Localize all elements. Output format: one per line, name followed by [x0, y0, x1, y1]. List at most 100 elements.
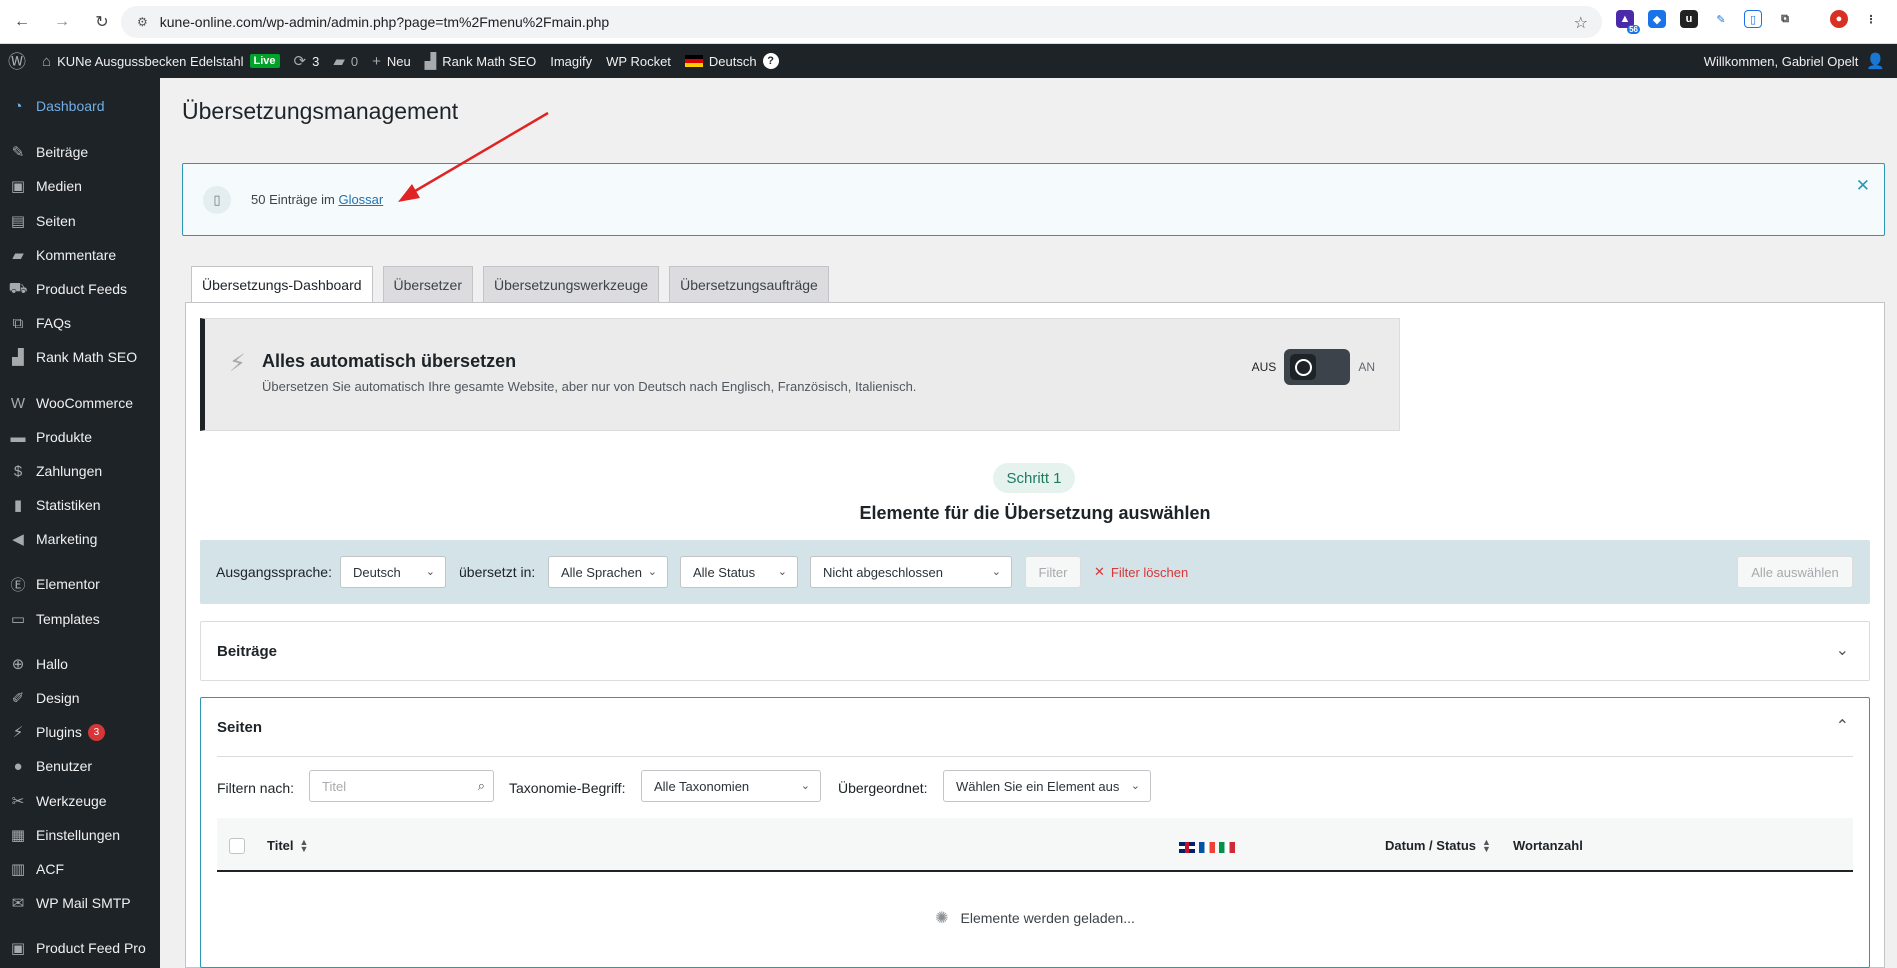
- sidebar-item-pages[interactable]: ▤ Seiten: [0, 205, 160, 237]
- parent-select[interactable]: Wählen Sie ein Element aus ⌄: [943, 770, 1151, 802]
- select-all-button[interactable]: Alle auswählen: [1737, 556, 1853, 588]
- pages-accordion-title[interactable]: Seiten: [217, 719, 262, 736]
- sidebar-item-payments[interactable]: $ Zahlungen: [0, 455, 160, 487]
- tab-translation-dashboard[interactable]: Übersetzungs-Dashboard: [191, 266, 373, 303]
- column-date-status[interactable]: Datum / Status ▲ ▼: [1385, 836, 1491, 854]
- close-icon: ✕: [1094, 564, 1105, 579]
- tab-translation-tools[interactable]: Übersetzungswerkzeuge: [483, 266, 660, 302]
- chevron-up-icon[interactable]: ⌃: [1836, 716, 1849, 736]
- sidebar-item-products[interactable]: ▬ Produkte: [0, 421, 160, 453]
- updates-link[interactable]: ⟳ 3: [294, 52, 320, 70]
- select-all-checkbox[interactable]: [229, 838, 245, 854]
- comment-icon: ▰: [12, 247, 24, 264]
- extension-ut-icon[interactable]: u: [1680, 10, 1698, 28]
- address-bar[interactable]: ⚙ kune-online.com/wp-admin/admin.php?pag…: [121, 6, 1602, 38]
- column-title[interactable]: Titel ▲ ▼: [267, 836, 309, 854]
- filter-bar: Ausgangssprache: Deutsch ⌄ übersetzt in: …: [200, 540, 1870, 604]
- auto-translate-toggle-group: AUS AN: [1252, 349, 1375, 385]
- forward-icon[interactable]: →: [51, 11, 73, 33]
- imagify-link[interactable]: Imagify: [550, 54, 592, 69]
- reload-icon[interactable]: ↻: [91, 11, 113, 33]
- stats-icon: ▮: [13, 497, 23, 514]
- home-icon: ⌂: [42, 52, 52, 70]
- site-name-link[interactable]: ⌂ KUNe Ausgussbecken Edelstahl Live: [42, 53, 280, 70]
- back-icon[interactable]: ←: [11, 11, 33, 33]
- sidebar-item-woocommerce[interactable]: W WooCommerce: [0, 387, 160, 419]
- sidebar-item-tools[interactable]: ✂ Werkzeuge: [0, 785, 160, 817]
- glossary-link[interactable]: Glossar: [338, 192, 383, 207]
- spinner-icon: ✺: [935, 910, 949, 927]
- extension-pen-icon[interactable]: ✎: [1712, 10, 1730, 28]
- title-search-input[interactable]: Titel ⌕: [309, 770, 494, 802]
- sidebar-item-acf[interactable]: ▥ ACF: [0, 853, 160, 885]
- completion-select[interactable]: Nicht abgeschlossen ⌄: [810, 556, 1012, 588]
- sidebar-item-settings[interactable]: ▦ Einstellungen: [0, 819, 160, 851]
- tab-bar: Übersetzungs-Dashboard Übersetzer Überse…: [191, 266, 829, 303]
- plugins-update-badge: 3: [87, 723, 105, 741]
- rankmath-link[interactable]: ▟ Rank Math SEO: [425, 52, 536, 70]
- status-select[interactable]: Alle Status ⌄: [680, 556, 798, 588]
- sidebar-item-hallo[interactable]: ⊕ Hallo: [0, 648, 160, 680]
- sidebar-item-wp-mail-smtp[interactable]: ✉ WP Mail SMTP: [0, 887, 160, 919]
- comments-link[interactable]: ▰ 0: [333, 52, 358, 70]
- auto-translate-toggle[interactable]: [1284, 349, 1351, 385]
- sidebar-item-marketing[interactable]: ◀ Marketing: [0, 523, 160, 555]
- sidebar-item-templates[interactable]: ▭ Templates: [0, 603, 160, 635]
- woo-icon: W: [10, 394, 26, 412]
- sidebar-item-comments[interactable]: ▰ Kommentare: [0, 239, 160, 271]
- sidebar-item-dashboard[interactable]: ◔ Dashboard: [0, 90, 160, 122]
- bookmark-star-icon[interactable]: ☆: [1574, 13, 1588, 33]
- sidebar-item-rankmath[interactable]: ▟ Rank Math SEO: [0, 341, 160, 373]
- posts-accordion[interactable]: Beiträge ⌄: [200, 621, 1870, 681]
- chevron-down-icon: ⌄: [1130, 780, 1140, 792]
- extension-icon[interactable]: ▲ 56: [1616, 10, 1640, 34]
- sidebar-item-statistics[interactable]: ▮ Statistiken: [0, 489, 160, 521]
- dashboard-icon: ◔: [13, 97, 23, 115]
- sidebar-item-product-feed-pro[interactable]: ▣ Product Feed Pro: [0, 932, 160, 964]
- sidebar-item-posts[interactable]: ✎ Beiträge: [0, 136, 160, 168]
- browser-menu-icon[interactable]: ⋮: [1862, 10, 1880, 28]
- target-language-select[interactable]: Alle Sprachen ⌄: [548, 556, 668, 588]
- chevron-down-icon: ⌄: [1835, 642, 1849, 659]
- profile-avatar[interactable]: ●: [1830, 10, 1848, 28]
- taxonomy-select[interactable]: Alle Taxonomien ⌄: [641, 770, 821, 802]
- filter-button[interactable]: Filter: [1025, 556, 1081, 588]
- sort-icon: ▲ ▼: [1482, 836, 1491, 854]
- notice-text: 50 Einträge im Glossar: [251, 192, 384, 207]
- cart-icon: ⛟: [8, 279, 28, 297]
- brush-icon: ✐: [11, 690, 25, 707]
- clear-filter-button[interactable]: ✕ Filter löschen: [1094, 564, 1188, 580]
- sidebar-item-plugins[interactable]: ⚡ Plugins 3: [0, 716, 160, 748]
- help-icon[interactable]: ?: [762, 53, 779, 69]
- new-content-link[interactable]: + Neu: [372, 53, 411, 70]
- tab-translation-jobs[interactable]: Übersetzungsaufträge: [669, 266, 829, 302]
- sort-icon: ▲ ▼: [299, 836, 309, 854]
- source-language-select[interactable]: Deutsch ⌄: [340, 556, 446, 588]
- close-icon[interactable]: ✕: [1856, 176, 1870, 196]
- toggle-knob: [1290, 354, 1317, 380]
- sidebar-item-elementor[interactable]: Ⓔ Elementor: [0, 568, 160, 600]
- extensions-area: ▲ 56 ◆ u ✎ ▯ ⧉ ● ⋮: [1616, 10, 1880, 34]
- chevron-down-icon: ⌄: [647, 566, 657, 578]
- wprocket-link[interactable]: WP Rocket: [606, 54, 671, 69]
- feed-icon: ▣: [10, 940, 26, 957]
- sidebar-item-product-feeds[interactable]: ⛟ Product Feeds: [0, 273, 160, 305]
- tab-translators[interactable]: Übersetzer: [382, 266, 473, 302]
- extension-doc-icon[interactable]: ▯: [1744, 10, 1762, 28]
- sidebar-item-users[interactable]: ● Benutzer: [0, 750, 160, 782]
- german-flag-icon: [684, 55, 703, 67]
- extension-tag-icon[interactable]: ◆: [1648, 10, 1666, 28]
- france-flag-icon: [1199, 842, 1215, 853]
- language-switcher[interactable]: Deutsch ?: [684, 53, 779, 69]
- sidebar-item-media[interactable]: ▣ Medien: [0, 170, 160, 202]
- extensions-puzzle-icon[interactable]: ⧉: [1776, 10, 1794, 28]
- folder-icon: ▭: [10, 611, 26, 628]
- wordpress-logo-icon[interactable]: Ⓦ: [8, 48, 26, 74]
- user-avatar-icon: 👤: [1866, 53, 1885, 70]
- account-menu[interactable]: Willkommen, Gabriel Opelt 👤: [1704, 44, 1885, 78]
- site-settings-icon[interactable]: ⚙: [137, 15, 148, 29]
- taxonomy-label: Taxonomie-Begriff:: [509, 780, 626, 796]
- sidebar-item-faqs[interactable]: ⧉ FAQs: [0, 307, 160, 339]
- admin-sidebar: ◔ Dashboard ✎ Beiträge ▣ Medien ▤ Seiten ▰ Ko…: [0, 78, 160, 968]
- sidebar-item-design[interactable]: ✐ Design: [0, 682, 160, 714]
